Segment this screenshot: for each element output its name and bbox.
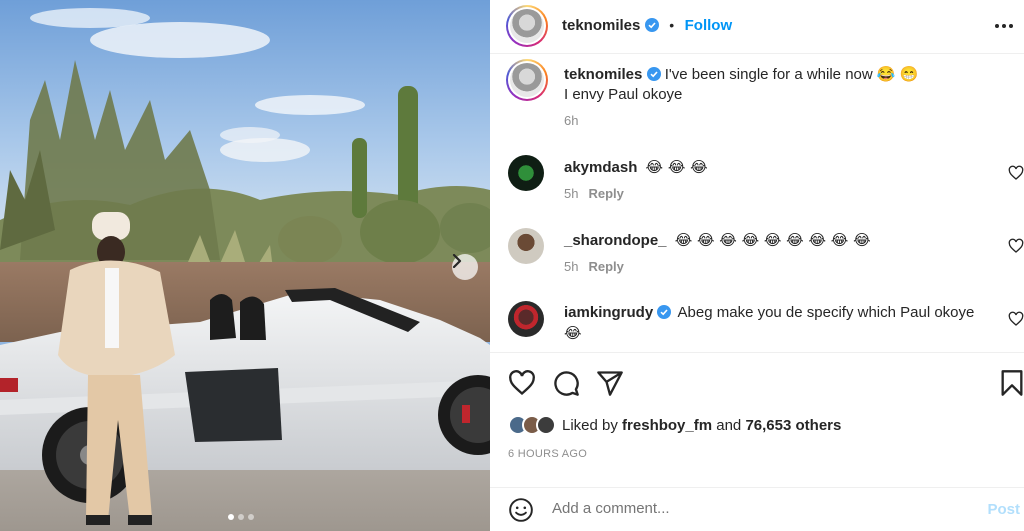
verified-badge-icon	[644, 18, 659, 32]
comment-text: 😂 😂 😂	[645, 158, 708, 176]
avatar-image	[510, 9, 544, 43]
post-actions-bar	[490, 352, 1024, 410]
author-avatar[interactable]	[506, 5, 548, 47]
more-options-icon[interactable]	[994, 16, 1014, 36]
caption-text-line2: I envy Paul okoye	[564, 86, 683, 103]
commenter-avatar[interactable]	[508, 301, 544, 337]
comment-item: _sharondope_ 😂 😂 😂 😂 😂 😂 😂 😂 😂 5h Reply	[490, 222, 1024, 282]
caption-username[interactable]: teknomiles	[564, 66, 642, 83]
likes-count[interactable]: 76,653 others	[745, 417, 841, 434]
commenter-avatar[interactable]	[508, 155, 544, 191]
commenter-username[interactable]: akymdash	[564, 159, 637, 176]
liker-avatars[interactable]	[508, 415, 556, 435]
caption-avatar[interactable]	[506, 59, 548, 101]
like-comment-heart-icon[interactable]	[1008, 311, 1024, 327]
reply-button[interactable]: Reply	[588, 259, 623, 274]
verified-badge-icon	[646, 67, 661, 81]
like-comment-heart-icon[interactable]	[1008, 165, 1024, 181]
author-username[interactable]: teknomiles	[562, 17, 640, 34]
photo-scene	[0, 0, 490, 531]
liker-avatar	[536, 415, 556, 435]
comment-text-line2: 😂	[564, 324, 582, 342]
follow-button[interactable]: Follow	[685, 17, 733, 34]
reply-button[interactable]: Reply	[588, 186, 623, 201]
post-photo	[0, 0, 490, 531]
verified-badge-icon	[657, 305, 672, 319]
emoji-icon[interactable]	[508, 497, 534, 523]
avatar-image	[510, 63, 544, 97]
comment-input[interactable]	[552, 500, 952, 517]
post-timestamp[interactable]: 6 HOURS AGO	[508, 448, 587, 460]
carousel-dot	[248, 514, 254, 520]
comment-time: 5h	[564, 259, 579, 274]
liker-username[interactable]: freshboy_fm	[622, 417, 712, 434]
post-header: teknomiles • Follow	[490, 0, 1024, 54]
comment-item: iamkingrudy Abeg make you de specify whi…	[490, 295, 1024, 352]
commenter-username[interactable]: _sharondope_	[564, 232, 667, 249]
carousel-next-button[interactable]	[452, 254, 478, 280]
commenter-avatar[interactable]	[508, 228, 544, 264]
comment-text: 😂 😂 😂 😂 😂 😂 😂 😂 😂	[674, 231, 871, 249]
post-comment-button[interactable]: Post	[987, 501, 1020, 518]
comments-list: teknomiles I've been single for a while …	[490, 55, 1024, 352]
caption-time: 6h	[564, 113, 579, 128]
header-separator: •	[669, 17, 675, 33]
bookmark-icon[interactable]	[998, 369, 1024, 397]
commenter-username[interactable]: iamkingrudy	[564, 304, 653, 321]
likes-summary: Liked by freshboy_fm and 76,653 others	[508, 412, 841, 438]
post-side-panel: teknomiles • Follow teknomiles I've been…	[490, 0, 1024, 531]
chevron-right-icon	[452, 254, 462, 268]
comment-text: Abeg make you de specify which Paul okoy…	[677, 304, 975, 321]
likes-prefix: Liked by	[562, 416, 618, 434]
carousel-indicator	[228, 514, 254, 520]
carousel-dot	[238, 514, 244, 520]
comment-time: 5h	[564, 186, 579, 201]
comment-composer: Post	[490, 487, 1024, 531]
likes-conjunction: and	[716, 416, 742, 434]
like-comment-heart-icon[interactable]	[1008, 238, 1024, 254]
caption: teknomiles I've been single for a while …	[490, 55, 1024, 145]
comment-item: akymdash 😂 😂 😂 5h Reply	[490, 149, 1024, 209]
caption-text-line1: I've been single for a while now 😂 😁	[664, 66, 919, 83]
heart-icon[interactable]	[508, 369, 536, 397]
share-icon[interactable]	[596, 369, 624, 397]
carousel-dot	[228, 514, 234, 520]
comment-icon[interactable]	[552, 369, 580, 397]
